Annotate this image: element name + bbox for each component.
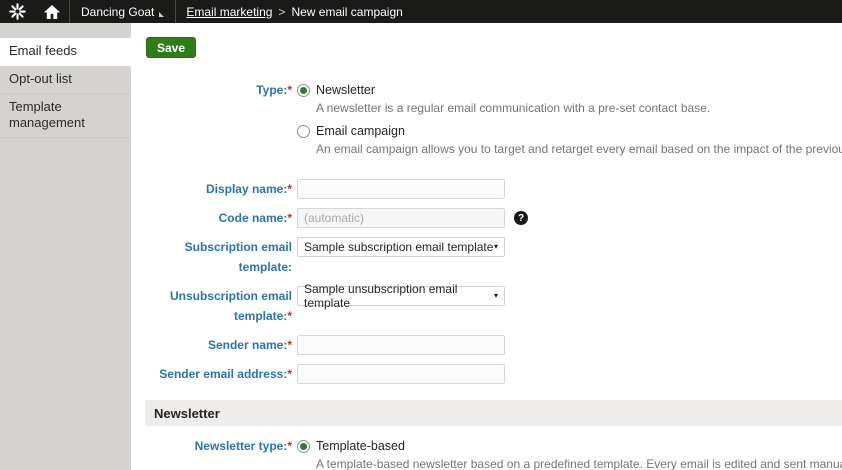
email-campaign-radio-label[interactable]: Email campaign [316, 124, 405, 138]
template-based-radio[interactable] [297, 440, 310, 453]
kentico-logo-icon[interactable] [0, 0, 35, 23]
type-options: Newsletter A newsletter is a regular ema… [297, 83, 842, 165]
newsletter-section-header: Newsletter [145, 400, 842, 426]
newsletter-type-options: Template-based A template-based newslett… [297, 439, 842, 470]
subscription-template-value: Sample subscription email template [304, 240, 493, 254]
newsletter-radio[interactable] [297, 84, 310, 97]
sender-email-row: Sender email address:* [131, 364, 842, 384]
sidebar-item-template-management[interactable]: Template management [0, 94, 131, 138]
option-template-based: Template-based A template-based newslett… [297, 439, 842, 470]
type-field-row: Type:* Newsletter A newsletter is a regu… [131, 83, 842, 165]
type-option-email-campaign: Email campaign An email campaign allows … [297, 124, 842, 156]
breadcrumb-current-page: New email campaign [291, 5, 402, 19]
newsletter-type-row: Newsletter type:* Template-based A templ… [131, 439, 842, 470]
required-marker: * [287, 211, 292, 225]
required-marker: * [287, 439, 292, 453]
type-field-label: Type:* [131, 83, 292, 98]
main-content: Save Type:* Newsletter A newsletter is a… [131, 23, 842, 470]
unsubscription-template-label: Unsubscription email template:* [131, 286, 292, 326]
display-name-input[interactable] [297, 179, 505, 199]
unsubscription-template-row: Unsubscription email template:* Sample u… [131, 286, 842, 326]
sender-email-label: Sender email address:* [131, 364, 292, 384]
template-based-description: A template-based newsletter based on a p… [316, 457, 842, 470]
required-marker: * [287, 367, 292, 381]
display-name-label: Display name:* [131, 179, 292, 199]
top-header-bar: Dancing Goat Email marketing > New email… [0, 0, 842, 23]
site-selector-label: Dancing Goat [81, 5, 154, 19]
subscription-template-row: Subscription email template: Sample subs… [131, 237, 842, 277]
sidebar-item-opt-out-list[interactable]: Opt-out list [0, 66, 131, 94]
save-button[interactable]: Save [146, 37, 196, 58]
home-button[interactable] [35, 0, 69, 23]
caret-down-icon: ▾ [494, 292, 498, 300]
sender-email-input[interactable] [297, 364, 505, 384]
home-icon [44, 5, 60, 19]
breadcrumb-link-email-marketing[interactable]: Email marketing [186, 5, 272, 19]
help-icon[interactable]: ? [514, 211, 528, 225]
required-marker: * [287, 83, 292, 97]
required-marker: * [287, 182, 292, 196]
newsletter-description: A newsletter is a regular email communic… [316, 101, 842, 115]
required-marker: * [287, 309, 292, 323]
site-selector-caret-icon [159, 12, 164, 17]
sender-name-label: Sender name:* [131, 335, 292, 355]
unsubscription-template-value: Sample unsubscription email template [304, 282, 494, 310]
newsletter-radio-label[interactable]: Newsletter [316, 83, 375, 97]
breadcrumb-separator: > [278, 5, 285, 19]
subscription-template-select[interactable]: Sample subscription email template ▾ [297, 237, 505, 257]
email-campaign-description: An email campaign allows you to target a… [316, 142, 842, 156]
new-email-campaign-form: Type:* Newsletter A newsletter is a regu… [131, 83, 842, 470]
sender-name-row: Sender name:* [131, 335, 842, 355]
sidebar: Email feeds Opt-out list Template manage… [0, 23, 131, 470]
toolbar: Save [131, 23, 842, 58]
subscription-template-label: Subscription email template: [131, 237, 292, 277]
type-option-newsletter: Newsletter A newsletter is a regular ema… [297, 83, 842, 115]
code-name-input[interactable] [297, 208, 505, 228]
code-name-row: Code name:* ? [131, 208, 842, 228]
caret-down-icon: ▾ [494, 243, 498, 251]
newsletter-type-label: Newsletter type:* [131, 439, 292, 454]
template-based-radio-label[interactable]: Template-based [316, 439, 405, 453]
kentico-snowflake-icon [9, 3, 26, 20]
display-name-row: Display name:* [131, 179, 842, 199]
breadcrumb: Email marketing > New email campaign [176, 0, 412, 23]
sidebar-item-email-feeds[interactable]: Email feeds [0, 38, 131, 66]
required-marker: * [287, 338, 292, 352]
email-campaign-radio[interactable] [297, 125, 310, 138]
site-selector[interactable]: Dancing Goat [70, 0, 175, 23]
sender-name-input[interactable] [297, 335, 505, 355]
code-name-label: Code name:* [131, 208, 292, 228]
section-title: Newsletter [154, 406, 220, 421]
unsubscription-template-select[interactable]: Sample unsubscription email template ▾ [297, 286, 505, 306]
